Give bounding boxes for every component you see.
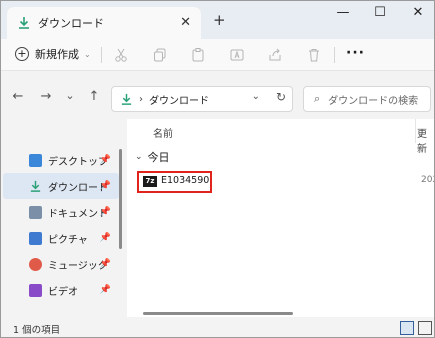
pin-icon: 📌 [99, 181, 111, 191]
item-count: 1 個の項目 [13, 325, 61, 336]
column-header-date[interactable]: 更新 [417, 125, 434, 155]
close-window-button[interactable]: ✕ [403, 5, 433, 20]
list-item[interactable]: 7z E1034590 202 [135, 171, 434, 193]
rename-icon[interactable] [229, 47, 245, 63]
address-dropdown-icon[interactable]: ⌄ [252, 91, 260, 102]
chevron-down-icon: ⌄ [135, 152, 143, 162]
details-view-button[interactable] [400, 321, 414, 335]
delete-icon[interactable] [306, 47, 322, 63]
video-icon [29, 283, 42, 297]
back-button[interactable]: ← [9, 89, 27, 104]
pin-icon: 📌 [99, 155, 111, 165]
file-name: E1034590 [161, 175, 210, 186]
navigation-bar: ← → ⌄ ↑ › ダウンロード ⌄ ↻ ⌕ ダウンロードの検索 [1, 81, 434, 117]
up-button[interactable]: ↑ [85, 89, 103, 104]
sidebar-item-documents[interactable]: ドキュメント 📌 [3, 199, 119, 225]
refresh-icon[interactable]: ↻ [276, 90, 286, 104]
download-icon [121, 93, 132, 105]
music-icon [29, 257, 42, 271]
status-bar: 1 個の項目 [1, 317, 434, 337]
command-bar: + 新規作成 ⌄ ··· [1, 39, 434, 71]
tab-close-icon[interactable]: ✕ [180, 15, 191, 30]
paste-icon[interactable] [190, 47, 206, 63]
archive-file-icon: 7z [143, 176, 157, 187]
chevron-down-icon: ⌄ [84, 49, 91, 59]
sidebar-scrollbar[interactable] [119, 149, 122, 249]
title-bar: ダウンロード ✕ + — ☐ ✕ [1, 1, 434, 39]
forward-button[interactable]: → [37, 89, 55, 104]
download-icon [30, 180, 41, 192]
pin-icon: 📌 [99, 285, 111, 295]
cut-icon[interactable] [113, 47, 129, 63]
more-options-button[interactable]: ··· [346, 45, 365, 61]
breadcrumb-downloads[interactable]: ダウンロード [149, 92, 209, 107]
navigation-pane: デスクトップ 📌 ダウンロード 📌 ドキュメント 📌 ピクチャ 📌 ミュージック… [1, 119, 123, 317]
download-icon [19, 17, 29, 29]
new-button-label: 新規作成 [35, 48, 79, 61]
recent-locations-button[interactable]: ⌄ [61, 89, 79, 102]
divider [334, 47, 335, 63]
column-divider[interactable] [415, 119, 416, 143]
desktop-icon [29, 153, 42, 167]
search-icon: ⌕ [314, 92, 321, 105]
file-date: 202 [421, 175, 434, 185]
sidebar-item-label: ピクチャ [48, 234, 88, 246]
pin-icon: 📌 [99, 233, 111, 243]
search-input[interactable]: ⌕ ダウンロードの検索 [303, 86, 431, 112]
breadcrumb-separator: › [139, 93, 143, 105]
file-list: 名前 更新 ⌄ 今日 7z E1034590 202 [127, 119, 434, 317]
sidebar-item-pictures[interactable]: ピクチャ 📌 [3, 225, 119, 251]
share-icon[interactable] [267, 47, 283, 63]
address-bar[interactable]: › ダウンロード ⌄ ↻ [111, 86, 293, 112]
sidebar-item-videos[interactable]: ビデオ 📌 [3, 277, 119, 303]
group-header-today[interactable]: ⌄ 今日 [135, 149, 170, 165]
maximize-button[interactable]: ☐ [365, 5, 395, 20]
search-placeholder: ダウンロードの検索 [328, 95, 419, 107]
tab-title: ダウンロード [38, 17, 104, 30]
sidebar-item-label: ビデオ [48, 286, 78, 298]
sidebar-item-music[interactable]: ミュージック 📌 [3, 251, 119, 277]
column-header-name[interactable]: 名前 [153, 125, 173, 140]
pin-icon: 📌 [99, 259, 111, 269]
copy-icon[interactable] [152, 47, 168, 63]
document-icon [29, 205, 42, 219]
pin-icon: 📌 [99, 207, 111, 217]
tiles-view-button[interactable] [418, 321, 432, 335]
sidebar-item-desktop[interactable]: デスクトップ 📌 [3, 147, 119, 173]
divider [101, 47, 102, 63]
pictures-icon [29, 231, 42, 245]
sidebar-item-downloads[interactable]: ダウンロード 📌 [3, 173, 119, 199]
file-explorer-window: ダウンロード ✕ + — ☐ ✕ + 新規作成 ⌄ ··· ← → ⌄ ↑ › … [0, 0, 435, 338]
horizontal-scrollbar[interactable] [143, 312, 293, 315]
new-button[interactable]: + 新規作成 ⌄ [15, 46, 91, 62]
new-tab-button[interactable]: + [213, 11, 226, 29]
plus-icon: + [15, 47, 29, 61]
group-label: 今日 [147, 151, 170, 164]
tab-downloads[interactable]: ダウンロード ✕ [7, 7, 201, 39]
minimize-button[interactable]: — [328, 5, 358, 20]
